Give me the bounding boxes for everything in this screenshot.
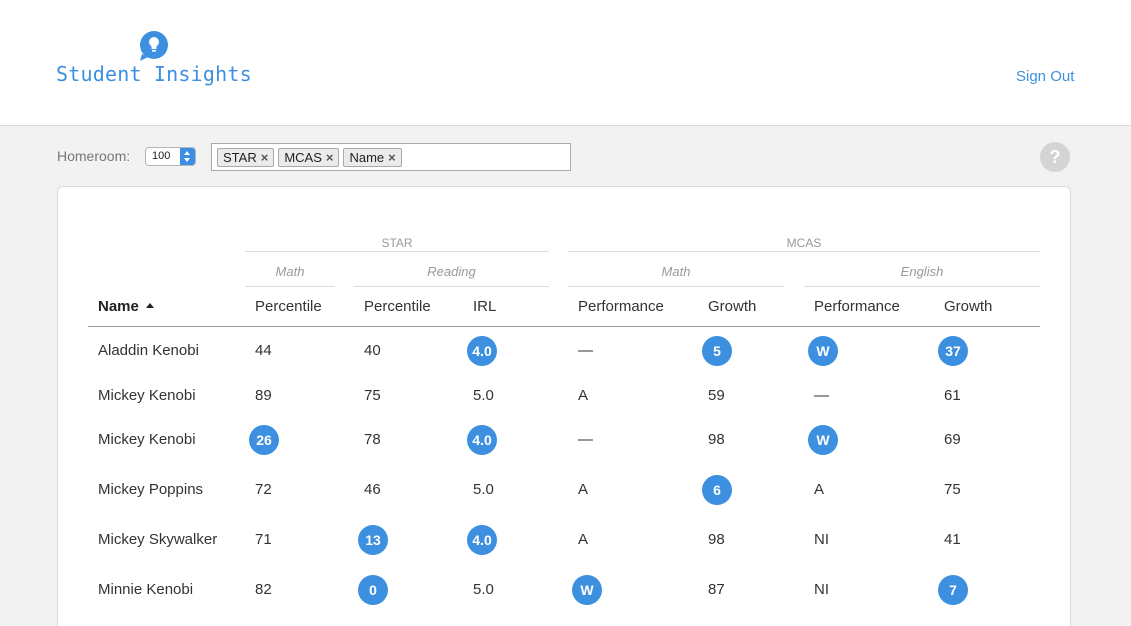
score-cell-mcas-math-performance: A (578, 481, 589, 498)
score-cell-mcas-math-growth: 98 (708, 531, 725, 548)
student-name-link[interactable]: Mickey Kenobi (98, 387, 196, 404)
subgroup-mcas-english: English (900, 264, 944, 279)
sign-out-link[interactable]: Sign Out (1016, 68, 1074, 85)
highlighted-score-badge: 4.0 (467, 425, 497, 455)
subgroup-divider (804, 286, 1040, 287)
score-cell-mcas-math-performance: A (578, 387, 589, 404)
score-cell-star-reading-irl: 5.0 (473, 387, 494, 404)
homeroom-select[interactable]: 100 (145, 147, 196, 166)
score-cell-star-reading-irl: 5.0 (473, 481, 494, 498)
subgroup-divider (568, 286, 784, 287)
student-name-link[interactable]: Mickey Kenobi (98, 431, 196, 448)
group-divider (568, 251, 1040, 252)
score-cell-star-math-percentile: 44 (255, 342, 272, 359)
highlighted-score-badge: W (808, 425, 838, 455)
highlighted-score-badge: 37 (938, 336, 968, 366)
score-cell-mcas-math-performance: — (578, 342, 593, 359)
column-header-star-math-percentile[interactable]: Percentile (255, 298, 322, 315)
student-name-link[interactable]: Mickey Skywalker (98, 531, 217, 548)
score-cell-mcas-math-growth: 87 (708, 581, 725, 598)
filter-chip-label: MCAS (284, 150, 322, 165)
score-cell-mcas-english-growth: 75 (944, 481, 961, 498)
filter-controls: Homeroom: 100 STAR × MCAS × Name × ? (57, 142, 1077, 172)
column-header-name[interactable]: Name (98, 298, 154, 315)
help-button[interactable]: ? (1040, 142, 1070, 172)
remove-filter-icon[interactable]: × (261, 150, 269, 166)
app-title: Student Insights (56, 62, 252, 86)
highlighted-score-badge: 4.0 (467, 336, 497, 366)
student-name-link[interactable]: Aladdin Kenobi (98, 342, 199, 359)
score-cell-star-reading-percentile: 46 (364, 481, 381, 498)
score-cell-mcas-english-growth: 61 (944, 387, 961, 404)
sort-ascending-icon (145, 303, 154, 308)
highlighted-score-badge: 13 (358, 525, 388, 555)
subgroup-mcas-math: Math (661, 264, 691, 279)
filter-chip: Name × (343, 148, 402, 167)
highlighted-score-badge: 4.0 (467, 525, 497, 555)
score-cell-mcas-math-performance: — (578, 431, 593, 448)
score-cell-mcas-english-performance: NI (814, 531, 829, 548)
filter-chip-label: STAR (223, 150, 257, 165)
column-filter-input[interactable]: STAR × MCAS × Name × (211, 143, 571, 171)
score-cell-mcas-english-performance: NI (814, 581, 829, 598)
score-cell-mcas-english-growth: 69 (944, 431, 961, 448)
column-header-mcas-english-performance[interactable]: Performance (814, 298, 900, 315)
filter-chip: STAR × (217, 148, 275, 167)
lightbulb-icon (140, 31, 168, 61)
highlighted-score-badge: 5 (702, 336, 732, 366)
column-header-star-reading-percentile[interactable]: Percentile (364, 298, 431, 315)
app-header: Student Insights Sign Out (0, 0, 1131, 126)
group-header-mcas: MCAS (786, 236, 822, 250)
score-cell-star-reading-percentile: 75 (364, 387, 381, 404)
subgroup-divider (245, 286, 335, 287)
select-arrows-icon (180, 148, 195, 165)
roster-card (57, 186, 1071, 626)
score-cell-star-math-percentile: 82 (255, 581, 272, 598)
score-cell-star-math-percentile: 72 (255, 481, 272, 498)
score-cell-star-reading-irl: 5.0 (473, 581, 494, 598)
highlighted-score-badge: 6 (702, 475, 732, 505)
highlighted-score-badge: 0 (358, 575, 388, 605)
subgroup-star-reading: Reading (427, 264, 476, 279)
homeroom-select-value: 100 (152, 150, 171, 162)
subgroup-divider (354, 286, 549, 287)
homeroom-label: Homeroom: (57, 148, 131, 164)
highlighted-score-badge: W (572, 575, 602, 605)
score-cell-mcas-math-growth: 59 (708, 387, 725, 404)
header-divider (88, 326, 1040, 327)
student-name-link[interactable]: Mickey Poppins (98, 481, 203, 498)
score-cell-mcas-english-growth: 41 (944, 531, 961, 548)
column-header-star-reading-irl[interactable]: IRL (473, 298, 496, 315)
score-cell-star-math-percentile: 71 (255, 531, 272, 548)
column-header-mcas-math-growth[interactable]: Growth (708, 298, 756, 315)
filter-chip: MCAS × (278, 148, 340, 167)
score-cell-mcas-math-performance: A (578, 531, 589, 548)
remove-filter-icon[interactable]: × (388, 150, 396, 166)
score-cell-star-math-percentile: 89 (255, 387, 272, 404)
highlighted-score-badge: 26 (249, 425, 279, 455)
score-cell-mcas-english-performance: — (814, 387, 829, 404)
subgroup-star-math: Math (275, 264, 305, 279)
filter-chip-label: Name (349, 150, 385, 165)
score-cell-mcas-english-performance: A (814, 481, 825, 498)
group-divider (245, 251, 549, 252)
column-header-mcas-english-growth[interactable]: Growth (944, 298, 992, 315)
group-header-star: STAR (381, 236, 413, 250)
highlighted-score-badge: 7 (938, 575, 968, 605)
score-cell-star-reading-percentile: 40 (364, 342, 381, 359)
column-header-label: Name (98, 298, 139, 315)
score-cell-mcas-math-growth: 98 (708, 431, 725, 448)
student-name-link[interactable]: Minnie Kenobi (98, 581, 193, 598)
highlighted-score-badge: W (808, 336, 838, 366)
score-cell-star-reading-percentile: 78 (364, 431, 381, 448)
remove-filter-icon[interactable]: × (326, 150, 334, 166)
column-header-mcas-math-performance[interactable]: Performance (578, 298, 664, 315)
